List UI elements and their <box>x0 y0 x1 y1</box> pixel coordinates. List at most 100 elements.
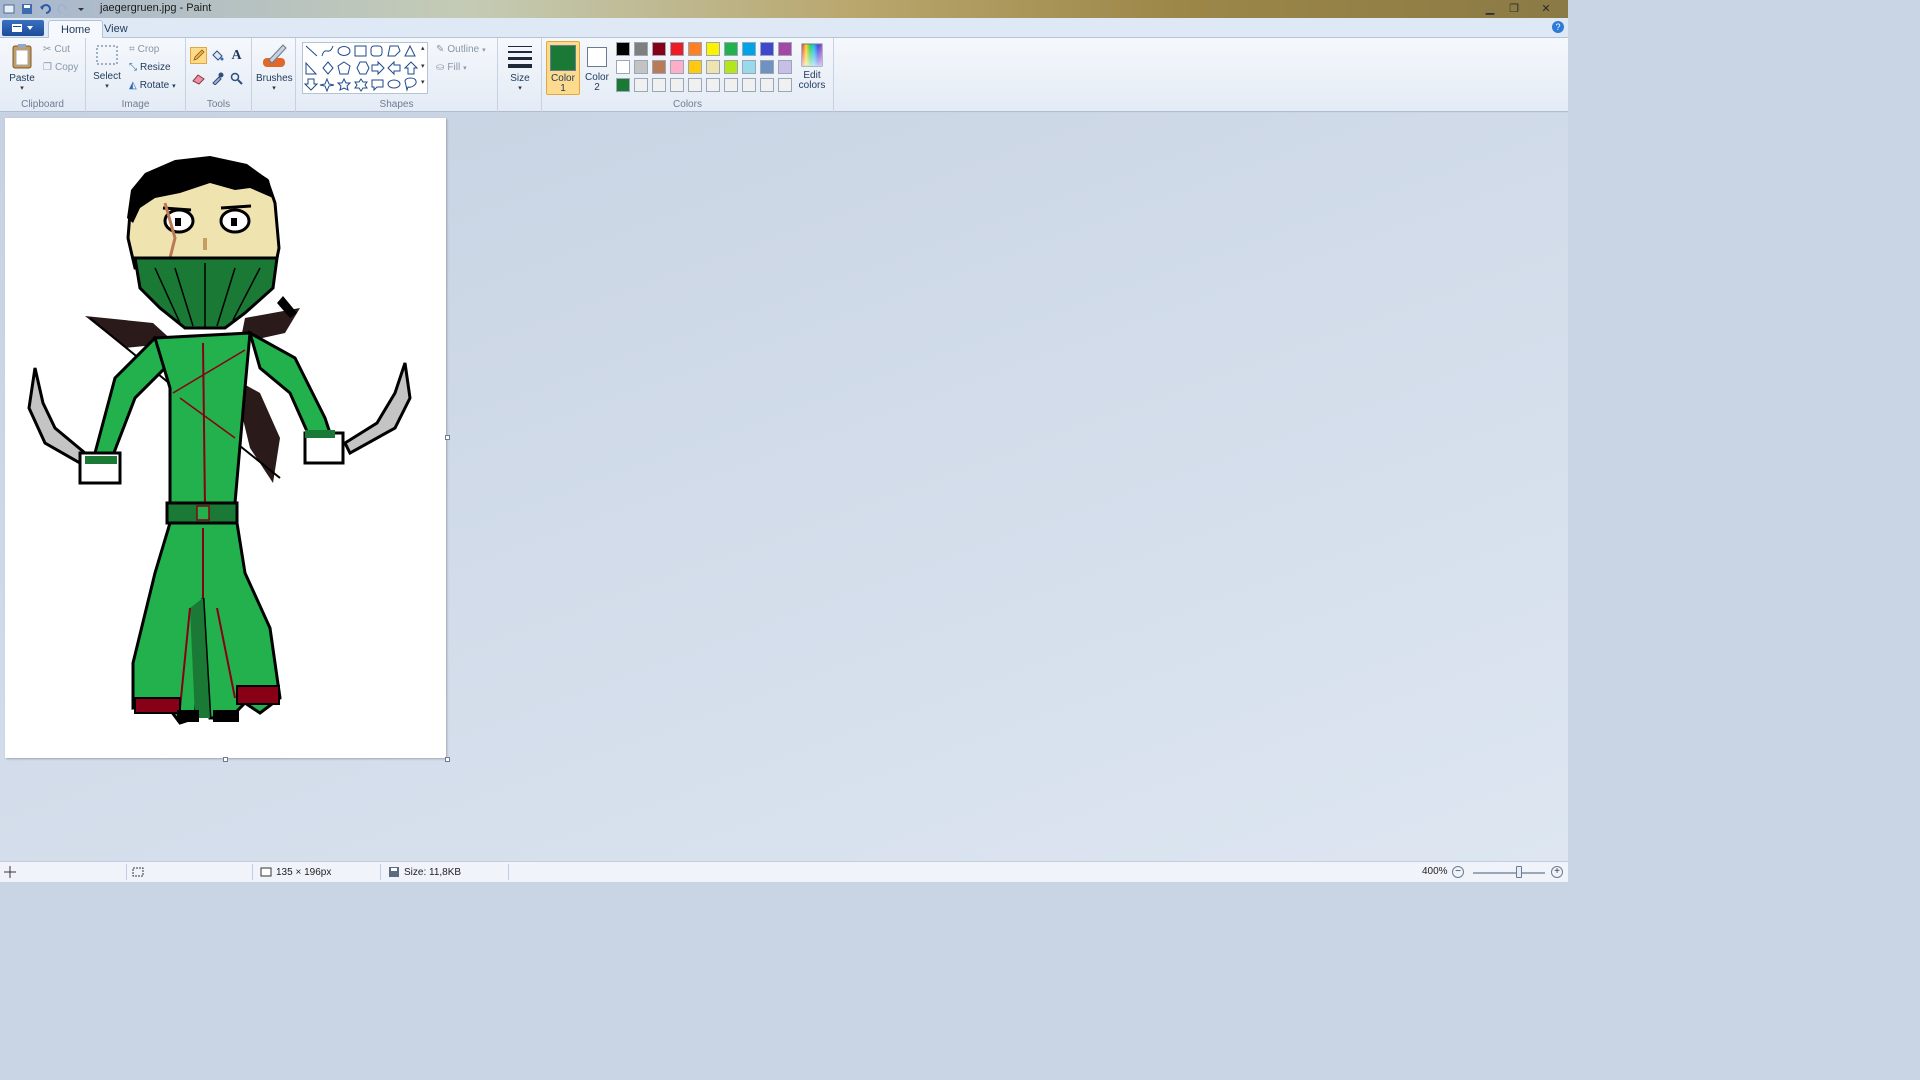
palette-swatch[interactable] <box>724 60 738 74</box>
shapes-scroll-up-icon[interactable]: ▴ <box>421 44 425 52</box>
image-group-label: Image <box>121 99 150 110</box>
select-dropdown-icon[interactable]: ▾ <box>92 82 122 90</box>
zoom-out-button[interactable]: − <box>1452 866 1464 878</box>
palette-swatch[interactable] <box>688 78 702 92</box>
clipboard-group-label: Clipboard <box>21 99 64 110</box>
magnifier-icon[interactable] <box>228 70 245 87</box>
rotate-button[interactable]: ◭ Rotate ▾ <box>129 80 176 91</box>
palette-swatch[interactable] <box>616 60 630 74</box>
file-size: Size: 11,8KB <box>388 866 461 878</box>
crop-button[interactable]: ⌗ Crop <box>129 44 159 55</box>
size-dropdown-icon: ▾ <box>518 85 522 92</box>
help-icon[interactable]: ? <box>1552 21 1564 33</box>
canvas-drawing <box>27 156 412 725</box>
copy-icon: ❐ <box>43 62 52 73</box>
palette-swatch[interactable] <box>634 78 648 92</box>
palette-swatch[interactable] <box>724 78 738 92</box>
select-icon <box>96 45 118 65</box>
palette-swatch[interactable] <box>706 78 720 92</box>
palette-swatch[interactable] <box>652 60 666 74</box>
colors-group: Color 1 Color 2 Edit colors Colors <box>542 38 834 112</box>
save-icon[interactable] <box>20 2 34 16</box>
zoom-slider-thumb[interactable] <box>1516 866 1522 878</box>
image-group: Select ▾ ⌗ Crop ⤡ Resize ◭ Rotate ▾ Imag… <box>86 38 186 112</box>
canvas-workarea[interactable] <box>0 113 1568 861</box>
palette-swatch[interactable] <box>760 42 774 56</box>
copy-button[interactable]: ❐ Copy <box>43 62 78 73</box>
edit-colors-button[interactable]: Edit colors <box>798 42 826 91</box>
scissors-icon: ✂ <box>43 44 52 55</box>
palette-swatch[interactable] <box>742 78 756 92</box>
rotate-icon: ◭ <box>129 80 137 91</box>
shapes-scroll-down-icon[interactable]: ▾ <box>421 62 425 70</box>
brushes-button[interactable]: Brushes ▾ <box>256 42 293 92</box>
paint-app-icon[interactable] <box>2 2 16 16</box>
zoom-in-button[interactable]: + <box>1551 866 1563 878</box>
shapes-more-icon[interactable]: ▾ <box>421 78 425 86</box>
paint-menu-button[interactable] <box>2 20 44 36</box>
fill-button[interactable]: ⛀ Fill ▾ <box>436 62 467 73</box>
palette-swatch[interactable] <box>706 42 720 56</box>
zoom-slider-track[interactable] <box>1473 872 1545 874</box>
palette-swatch[interactable] <box>778 42 792 56</box>
shapes-gallery[interactable] <box>302 42 428 94</box>
palette-swatch[interactable] <box>670 78 684 92</box>
palette-swatch[interactable] <box>778 60 792 74</box>
shapes-group: ▴ ▾ ▾ ✎ Outline ▾ ⛀ Fill ▾ Shapes <box>296 38 498 112</box>
cut-button[interactable]: ✂ Cut <box>43 44 70 55</box>
size-button[interactable]: Size ▾ <box>504 42 536 92</box>
paste-button[interactable]: Paste ▾ <box>8 42 36 94</box>
palette-swatch[interactable] <box>742 42 756 56</box>
color-picker-icon[interactable] <box>209 70 226 87</box>
outline-button[interactable]: ✎ Outline ▾ <box>436 44 486 55</box>
shapes-group-label: Shapes <box>379 99 414 110</box>
palette-swatch[interactable] <box>670 60 684 74</box>
palette-swatch[interactable] <box>634 60 648 74</box>
resize-button[interactable]: ⤡ Resize <box>129 62 171 73</box>
paste-dropdown-icon[interactable]: ▾ <box>8 84 36 92</box>
color2-button[interactable]: Color 2 <box>582 41 612 95</box>
palette-swatch[interactable] <box>778 78 792 92</box>
disk-icon <box>389 867 399 877</box>
colors-group-label: Colors <box>673 99 702 110</box>
color1-button[interactable]: Color 1 <box>546 41 580 95</box>
tools-group-label: Tools <box>206 99 231 110</box>
palette-swatch[interactable] <box>724 42 738 56</box>
palette-swatch[interactable] <box>616 42 630 56</box>
fill-bucket-icon[interactable] <box>209 47 226 64</box>
palette-swatch[interactable] <box>688 42 702 56</box>
brush-icon <box>263 44 287 67</box>
title-bar: jaegergruen.jpg - Paint ▁ ❐ ✕ <box>0 0 1568 18</box>
status-bar: 135 × 196px Size: 11,8KB 400% − + <box>0 861 1568 882</box>
palette-swatch[interactable] <box>760 60 774 74</box>
outline-dropdown-icon: ▾ <box>482 46 486 54</box>
palette-swatch[interactable] <box>652 42 666 56</box>
paste-label: Paste <box>9 73 35 84</box>
pencil-icon[interactable] <box>190 47 207 64</box>
eraser-icon[interactable] <box>190 70 207 87</box>
tab-view[interactable]: View <box>92 20 140 39</box>
text-icon[interactable]: A <box>228 47 245 64</box>
palette-swatch[interactable] <box>688 60 702 74</box>
palette-swatch[interactable] <box>616 78 630 92</box>
undo-icon[interactable] <box>38 2 52 16</box>
palette-swatch[interactable] <box>742 60 756 74</box>
drawing-canvas[interactable] <box>5 118 446 758</box>
resize-handle-right[interactable] <box>445 435 450 440</box>
palette-swatch[interactable] <box>652 78 666 92</box>
palette-swatch[interactable] <box>670 42 684 56</box>
palette-swatch[interactable] <box>634 42 648 56</box>
palette-swatch[interactable] <box>706 60 720 74</box>
resize-handle-corner[interactable] <box>445 757 450 762</box>
close-button[interactable]: ✕ <box>1526 0 1566 16</box>
clipboard-group: Paste ▾ ✂ Cut ❐ Copy Clipboard <box>0 38 86 112</box>
fill-dropdown-icon: ▾ <box>463 64 467 72</box>
paste-icon <box>12 44 32 69</box>
select-button[interactable]: Select ▾ <box>92 42 122 94</box>
maximize-button[interactable]: ❐ <box>1502 0 1526 16</box>
customize-toolbar-icon[interactable] <box>74 2 88 16</box>
resize-handle-bottom[interactable] <box>223 757 228 762</box>
redo-icon[interactable] <box>56 2 70 16</box>
minimize-button[interactable]: ▁ <box>1478 0 1502 16</box>
palette-swatch[interactable] <box>760 78 774 92</box>
